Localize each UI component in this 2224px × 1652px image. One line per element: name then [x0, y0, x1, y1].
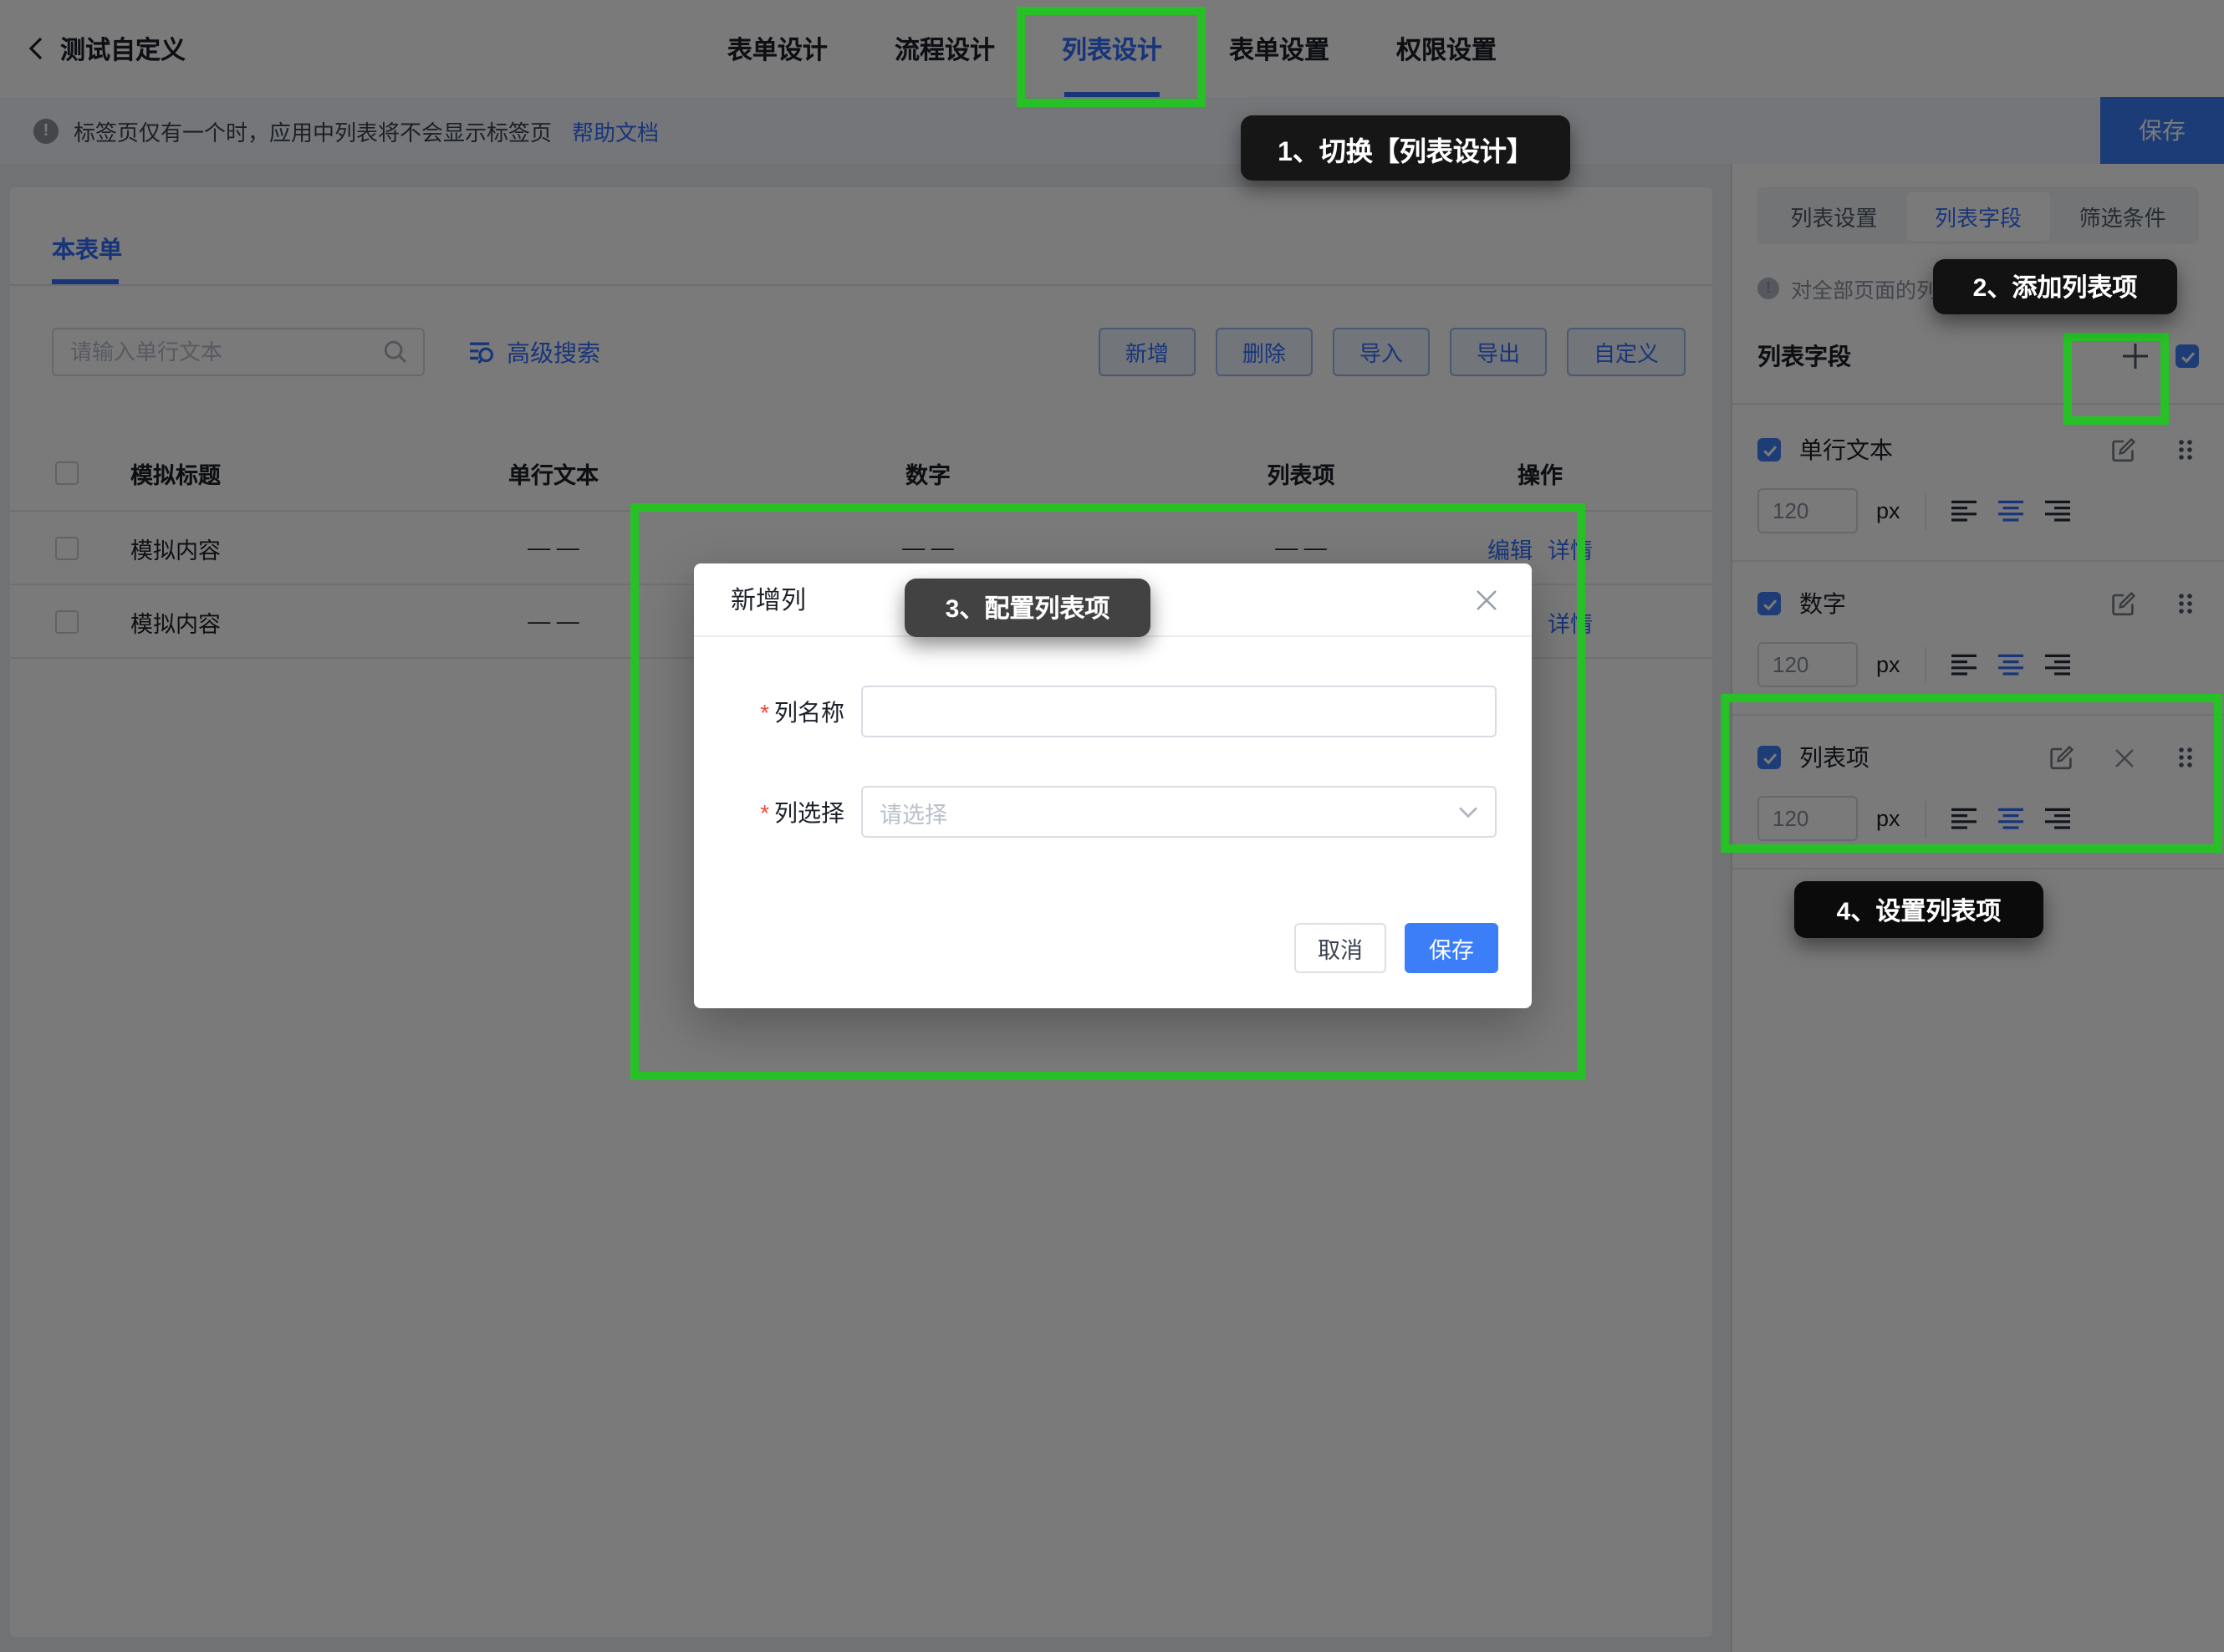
column-select-field: *列选择 请选择 — [694, 786, 1532, 838]
required-mark: * — [760, 698, 769, 725]
column-select-dropdown[interactable]: 请选择 — [861, 786, 1497, 838]
close-icon[interactable] — [1473, 586, 1500, 613]
chevron-down-icon — [1458, 805, 1478, 818]
app: 测试自定义 表单设计 流程设计 列表设计 表单设置 权限设置 ! 标签页仅有一个… — [0, 0, 2224, 1652]
column-name-input[interactable] — [861, 686, 1497, 737]
column-name-field: *列名称 — [694, 686, 1532, 737]
required-mark: * — [760, 798, 769, 825]
tooltip-step-4: 4、设置列表项 — [1794, 881, 2043, 938]
tooltip-step-2: 2、添加列表项 — [1933, 259, 2177, 314]
cancel-button[interactable]: 取消 — [1294, 923, 1386, 973]
save-button[interactable]: 保存 — [1405, 923, 1498, 973]
tooltip-step-3: 3、配置列表项 — [905, 579, 1150, 637]
tooltip-step-1: 1、切换【列表设计】 — [1241, 115, 1570, 181]
